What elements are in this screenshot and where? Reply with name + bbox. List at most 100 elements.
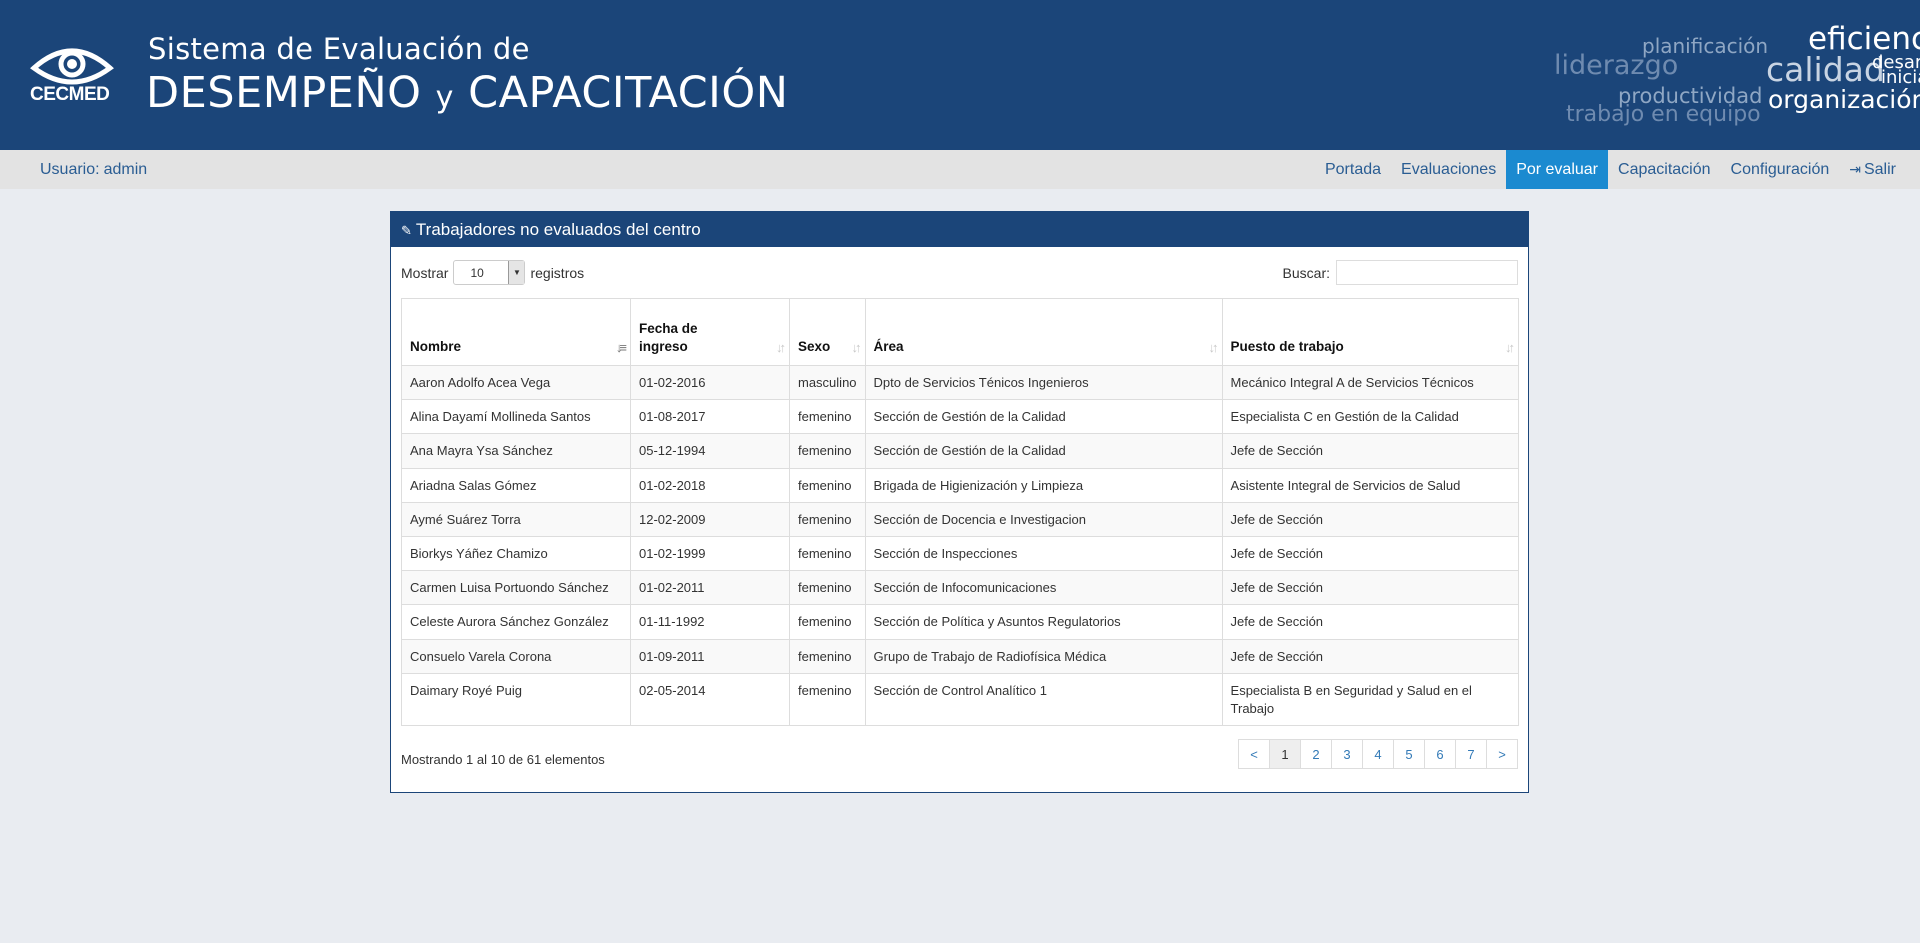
pager-page-7[interactable]: 7 [1455,739,1487,769]
table-row: Aymé Suárez Torra 12-02-2009 femenino Se… [401,501,1520,537]
cell-nombre: Aymé Suárez Torra [401,501,631,537]
sort-icon: ↓↑ [1505,339,1515,355]
pager-page-2[interactable]: 2 [1300,739,1332,769]
cell-area: Sección de Gestión de la Calidad [864,433,1223,469]
cell-fecha: 01-02-2018 [630,467,790,503]
cell-nombre: Biorkys Yáñez Chamizo [401,535,631,572]
word-calidad: calidad [1766,50,1885,89]
page-size-select[interactable]: 10 ▼ [453,260,526,285]
pager-prev[interactable]: < [1238,739,1270,769]
cell-fecha: 01-09-2011 [630,638,790,674]
table-row: Ariadna Salas Gómez 01-02-2018 femenino … [401,467,1520,503]
table-row: Carmen Luisa Portuondo Sánchez 01-02-201… [401,570,1520,606]
word-cloud: planificación eficiencia liderazgo calid… [1500,0,1920,150]
cell-fecha: 01-02-1999 [630,535,790,572]
col-area[interactable]: Área ↓↑ [864,298,1223,366]
table-row: Alina Dayamí Mollineda Santos 01-08-2017… [401,399,1520,435]
cell-sexo: femenino [789,638,866,674]
table-row: Consuelo Varela Corona 01-09-2011 femeni… [401,638,1520,674]
table-row: Celeste Aurora Sánchez González 01-11-19… [401,604,1520,640]
cell-fecha: 01-08-2017 [630,399,790,435]
cell-sexo: femenino [789,433,866,469]
nav-por-evaluar[interactable]: Por evaluar [1506,150,1609,189]
word-organizacion: organización [1768,85,1920,114]
search-input[interactable] [1336,260,1518,285]
pager-page-3[interactable]: 3 [1331,739,1363,769]
col-fecha-label-2: ingreso [639,339,688,355]
cell-sexo: masculino [789,364,866,401]
table-header-row: Nombre ↓≡ Fecha de ingreso ↓↑ Sexo ↓↑ Área ↓↑… [401,298,1520,366]
col-sexo-label: Sexo [798,339,831,355]
cell-sexo: femenino [789,467,866,503]
cell-area: Sección de Política y Asuntos Regulatori… [864,604,1223,640]
cell-area: Sección de Control Analítico 1 [864,672,1223,727]
col-nombre[interactable]: Nombre ↓≡ [401,298,631,366]
col-fecha-label-1: Fecha de [639,321,698,337]
col-puesto[interactable]: Puesto de trabajo ↓↑ [1221,298,1520,366]
pager-page-4[interactable]: 4 [1362,739,1394,769]
pager-page-5[interactable]: 5 [1393,739,1425,769]
user-name: admin [103,161,148,178]
cell-nombre: Celeste Aurora Sánchez González [401,604,631,640]
cell-area: Brigada de Higienización y Limpieza [864,467,1223,503]
pagination: < 1 2 3 4 5 6 7 > [1238,739,1518,769]
cell-sexo: femenino [789,604,866,640]
cell-fecha: 01-11-1992 [630,604,790,640]
cell-sexo: femenino [789,535,866,572]
cell-area: Sección de Infocomunicaciones [864,570,1223,606]
col-fecha-ingreso[interactable]: Fecha de ingreso ↓↑ [630,298,790,366]
sort-asc-icon: ↓≡ [615,339,627,355]
nav-evaluaciones[interactable]: Evaluaciones [1391,150,1506,189]
user-info: Usuario: admin [40,161,147,179]
page-size-control: Mostrar 10 ▼ registros [401,260,584,285]
cell-nombre: Alina Dayamí Mollineda Santos [401,399,631,435]
cell-puesto: Jefe de Sección [1221,604,1520,640]
title-capacitacion: CAPACITACIÓN [468,68,789,118]
pager-next[interactable]: > [1486,739,1518,769]
table-row: Ana Mayra Ysa Sánchez 05-12-1994 femenin… [401,433,1520,469]
cell-fecha: 12-02-2009 [630,501,790,537]
sort-icon: ↓↑ [1208,339,1219,355]
workers-table: Nombre ↓≡ Fecha de ingreso ↓↑ Sexo ↓↑ Área ↓↑… [401,298,1520,727]
cell-nombre: Ana Mayra Ysa Sánchez [401,433,631,469]
col-sexo[interactable]: Sexo ↓↑ [789,298,866,366]
nav-portada[interactable]: Portada [1315,150,1391,189]
chevron-down-icon: ▼ [508,261,525,284]
cell-fecha: 01-02-2016 [630,364,790,401]
app-title-line2: DESEMPEÑO y CAPACITACIÓN [146,68,788,118]
user-label: Usuario: [40,161,100,178]
cell-fecha: 05-12-1994 [630,433,790,469]
table-row: Daimary Royé Puig 02-05-2014 femenino Se… [401,672,1520,727]
page-size-value: 10 [470,266,484,280]
col-area-label: Área [873,339,904,355]
cell-puesto: Jefe de Sección [1221,501,1520,537]
pager-page-1[interactable]: 1 [1269,739,1301,769]
cell-nombre: Ariadna Salas Gómez [401,467,631,503]
cell-nombre: Consuelo Varela Corona [401,638,631,674]
sort-icon: ↓↑ [851,339,862,355]
word-liderazgo: liderazgo [1554,50,1679,81]
workers-panel: ✎ Trabajadores no evaluados del centro Mo… [390,211,1529,793]
cell-nombre: Daimary Royé Puig [401,672,631,727]
cell-area: Sección de Gestión de la Calidad [864,399,1223,435]
title-y: y [435,80,454,115]
cell-sexo: femenino [789,672,866,727]
cell-puesto: Jefe de Sección [1221,433,1520,469]
cell-puesto: Jefe de Sección [1221,535,1520,572]
cell-area: Grupo de Trabajo de Radiofísica Médica [864,638,1223,674]
cell-puesto: Asistente Integral de Servicios de Salud [1221,467,1520,503]
cell-fecha: 02-05-2014 [630,672,790,727]
nav-salir[interactable]: ⇥ Salir [1839,150,1906,189]
show-label: Mostrar [401,264,449,281]
pager-page-6[interactable]: 6 [1424,739,1456,769]
table-info: Mostrando 1 al 10 de 61 elementos [401,752,605,767]
cell-nombre: Carmen Luisa Portuondo Sánchez [401,570,631,606]
cell-fecha: 01-02-2011 [630,570,790,606]
nav-capacitacion[interactable]: Capacitación [1608,150,1721,189]
cell-sexo: femenino [789,570,866,606]
table-row: Aaron Adolfo Acea Vega 01-02-2016 mascul… [401,364,1520,401]
cell-puesto: Especialista C en Gestión de la Calidad [1221,399,1520,435]
nav-configuracion[interactable]: Configuración [1721,150,1840,189]
word-trabajo-en-equipo: trabajo en equipo [1566,102,1761,127]
cell-area: Sección de Inspecciones [864,535,1223,572]
